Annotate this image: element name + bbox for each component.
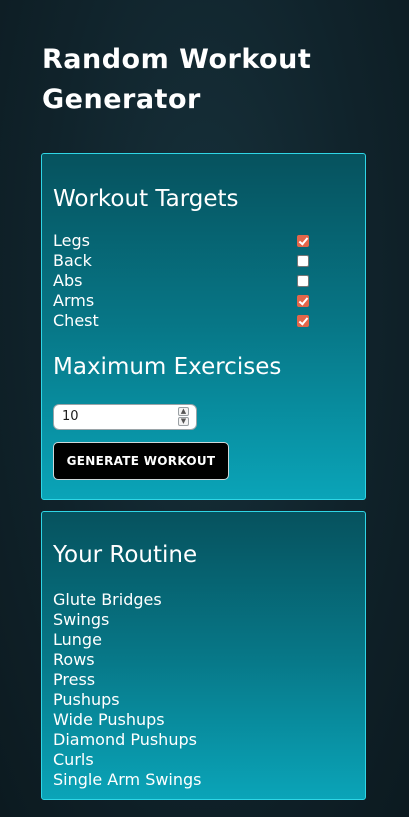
workout-targets-panel: Workout Targets Legs Back Abs Arms Chest… (41, 153, 366, 500)
routine-item: Pushups (53, 690, 120, 709)
chevron-down-icon[interactable]: ▼ (178, 417, 189, 426)
workout-targets-heading: Workout Targets (53, 186, 239, 212)
routine-item: Wide Pushups (53, 710, 165, 729)
routine-item: Lunge (53, 630, 102, 649)
routine-list: Glute Bridges Swings Lunge Rows Press Pu… (53, 590, 202, 790)
routine-item: Glute Bridges (53, 590, 162, 609)
max-exercises-input[interactable]: 10 ▲ ▼ (53, 404, 197, 430)
target-option-legs[interactable]: Legs (53, 231, 313, 251)
generate-workout-button[interactable]: GENERATE WORKOUT (53, 442, 229, 480)
maximum-exercises-heading: Maximum Exercises (53, 354, 282, 380)
routine-item: Curls (53, 750, 94, 769)
target-label-arms: Arms (53, 291, 95, 310)
chest-checkbox[interactable] (297, 315, 309, 327)
target-label-abs: Abs (53, 271, 83, 290)
routine-item: Swings (53, 610, 110, 629)
arms-checkbox[interactable] (297, 295, 309, 307)
target-option-back[interactable]: Back (53, 251, 313, 271)
target-option-arms[interactable]: Arms (53, 291, 313, 311)
chevron-up-icon[interactable]: ▲ (178, 407, 189, 416)
legs-checkbox[interactable] (297, 235, 309, 247)
abs-checkbox[interactable] (297, 275, 309, 287)
routine-heading: Your Routine (53, 542, 198, 568)
check-icon (298, 295, 309, 306)
routine-panel: Your Routine Glute Bridges Swings Lunge … (41, 511, 366, 800)
check-icon (298, 315, 309, 326)
number-spinner: ▲ ▼ (178, 407, 189, 427)
target-list: Legs Back Abs Arms Chest (53, 231, 313, 331)
back-checkbox[interactable] (297, 255, 309, 267)
routine-item: Single Arm Swings (53, 770, 202, 789)
target-option-chest[interactable]: Chest (53, 311, 313, 331)
app-title: Random Workout Generator (42, 44, 312, 115)
routine-item: Press (53, 670, 96, 689)
target-label-legs: Legs (53, 231, 90, 250)
target-option-abs[interactable]: Abs (53, 271, 313, 291)
target-label-back: Back (53, 251, 92, 270)
routine-item: Diamond Pushups (53, 730, 197, 749)
routine-item: Rows (53, 650, 95, 669)
target-label-chest: Chest (53, 311, 99, 330)
max-exercises-value: 10 (62, 409, 79, 424)
check-icon (298, 235, 309, 246)
